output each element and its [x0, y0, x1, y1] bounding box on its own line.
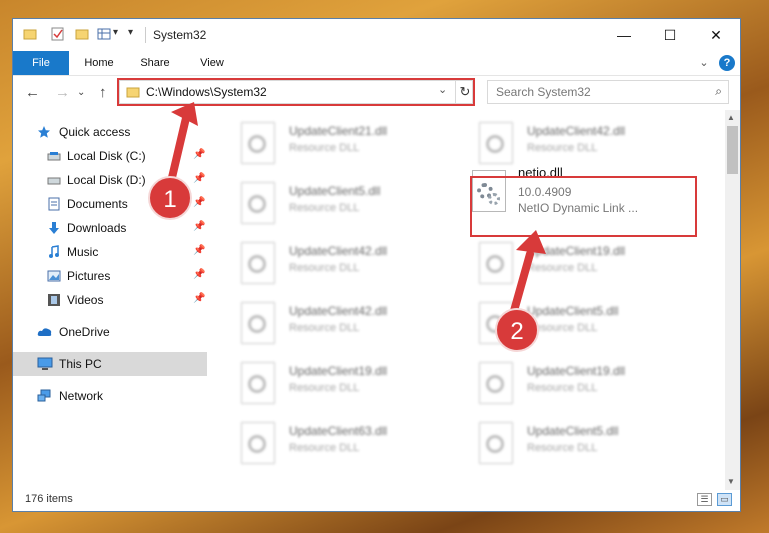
step-2-badge: 2	[495, 308, 539, 352]
arrowhead-2	[516, 230, 546, 254]
step-1-badge: 1	[148, 176, 192, 220]
annotation-arrows	[166, 102, 546, 322]
